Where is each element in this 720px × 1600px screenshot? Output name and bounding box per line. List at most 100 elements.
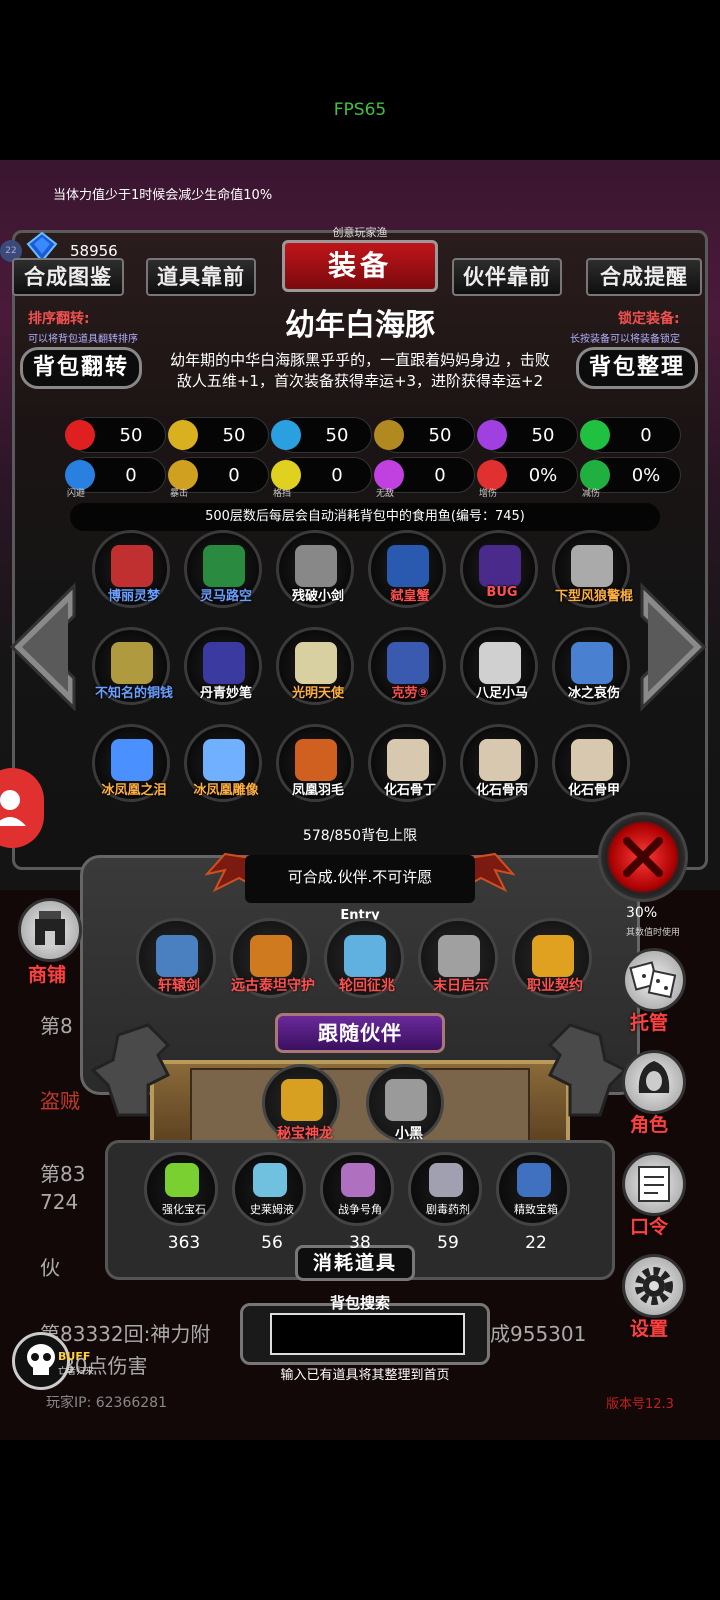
stat-value: 50 [222,425,246,446]
sort-flip-label: 排序翻转: [28,311,90,327]
inventory-slot[interactable]: 冰凤凰雕像 [184,724,262,802]
page-title: 装备 [282,240,438,292]
relic-slot[interactable]: 末日启示 [418,918,498,998]
role-button[interactable] [622,1050,686,1114]
flip-bag-button[interactable]: 背包翻转 [20,347,142,389]
inventory-item-label: 冰凤凰雕像 [193,783,259,798]
stat-pill: 50 [271,417,372,453]
command-label: 口令 [630,1216,669,1238]
inventory-item-label: 灵马路空 [199,589,252,604]
partner-slot[interactable]: 秘宝神龙 [262,1064,340,1142]
clover-icon [580,420,610,450]
relic-slot[interactable]: 远古泰坦守护 [230,918,315,998]
inventory-item-label: 丹青妙笔 [199,686,252,701]
relic-label: 职业契约 [527,978,583,994]
stat-value: 0% [631,465,661,486]
consumable-slot[interactable]: 史莱姆液 56 [232,1152,306,1253]
consumable-slot[interactable]: 战争号角 38 [320,1152,394,1253]
relic-slot[interactable]: 轮回征兆 [324,918,404,998]
partner-art-icon [281,1079,323,1121]
boot-icon [271,420,301,450]
inventory-slot[interactable]: 不知名的铜钱 [92,627,173,705]
prev-page-arrow-icon[interactable] [8,582,78,712]
inventory-item-label: 冰之哀伤 [567,686,620,701]
relic-slot[interactable]: 职业契约 [512,918,592,998]
item-art-icon [387,642,429,684]
stat-value: 50 [325,425,349,446]
inventory-item-label: 凤凰羽毛 [291,783,344,798]
consumable-count: 22 [525,1233,547,1253]
close-button[interactable] [598,812,688,902]
inventory-slot[interactable]: 凤凰羽毛 [276,724,354,802]
relic-art-icon [156,935,198,977]
consumable-label: 史莱姆液 [250,1203,294,1216]
consumable-slot[interactable]: 强化宝石 363 [144,1152,218,1253]
player-name: 创意玩家渔 [332,226,388,239]
log-line: 第83 [40,1162,86,1186]
stat-label: 闪避 [67,489,86,499]
inventory-slot[interactable]: 克劳⑨ [368,627,446,705]
inventory-slot[interactable]: 光明天使 [276,627,354,705]
partner-slot[interactable]: 小黑 [366,1064,444,1142]
stat-label: 暴击 [170,489,189,499]
item-art-icon [203,642,245,684]
stat-pill: 50 [477,417,578,453]
tab-items-first[interactable]: 道具靠前 [146,258,256,296]
bag-search-input[interactable] [270,1313,465,1355]
inventory-slot[interactable]: 化石骨甲 [552,724,630,802]
next-page-arrow-icon[interactable] [638,582,708,712]
stat-pill: 50 [374,417,475,453]
stat-value: 0% [528,465,558,486]
consumable-label: 精致宝箱 [514,1203,558,1216]
consumable-art-icon [341,1163,375,1197]
inventory-slot[interactable]: 化石骨丙 [460,724,538,802]
heart-icon [65,420,95,450]
inventory-slot[interactable]: 冰之哀伤 [552,627,630,705]
inventory-item-label: 弑皇蟹 [390,589,430,604]
inventory-slot[interactable]: 冰凤凰之泪 [92,724,170,802]
tab-partners-first[interactable]: 伙伴靠前 [452,258,562,296]
lock-equip-hint: 长按装备可以将装备锁定 [570,334,680,345]
inventory-slot[interactable]: 丹青妙笔 [184,627,262,705]
item-art-icon [571,545,613,587]
inventory-slot[interactable]: 灵马路空 [184,530,262,608]
notice-text: 当体力值少于1时候会减少生命值10% [53,188,273,203]
relic-art-icon [250,935,292,977]
relic-slot[interactable]: 轩辕剑 [136,918,216,998]
relic-label: 末日启示 [433,978,489,994]
stat-value: 0 [228,465,240,486]
sort-bag-button[interactable]: 背包整理 [576,347,698,389]
game-screen: FPS65 第8 盗贼 第83 724 伙 第83332回:神力附 成95530… [0,0,720,1600]
item-art-icon [571,642,613,684]
consumable-slot[interactable]: 剧毒药剂 59 [408,1152,482,1253]
tab-synthesis-reminder[interactable]: 合成提醒 [586,258,702,296]
avatar-tab[interactable] [0,768,44,848]
stat-pill: 0 格挡 [271,457,372,499]
inventory-slot[interactable]: 弑皇蟹 [368,530,446,608]
partner-art-icon [385,1079,427,1121]
log-line: 第8 [40,1014,73,1038]
scroll-icon [638,1166,670,1202]
item-art-icon [479,642,521,684]
shop-label: 商铺 [28,964,67,986]
inventory-slot[interactable]: 八足小马 [460,627,538,705]
inventory-slot[interactable]: BUG [460,530,538,608]
relic-label: 远古泰坦守护 [231,978,315,994]
auto-manage-button[interactable] [622,948,686,1012]
buff-label: BUFF [58,1350,91,1363]
consumable-label: 剧毒药剂 [426,1203,470,1216]
stat-pill: 0 [580,417,681,453]
consumable-slot[interactable]: 精致宝箱 22 [496,1152,570,1253]
inventory-slot[interactable]: 化石骨丁 [368,724,446,802]
inventory-slot[interactable]: 下型风狼警棍 [552,530,633,608]
inventory-item-label: 化石骨丁 [383,783,436,798]
inventory-item-label: 博丽灵梦 [107,589,160,604]
tab-synthesis-guide[interactable]: 合成图鉴 [12,258,124,296]
settings-button[interactable] [622,1254,686,1318]
inventory-item-label: 八足小马 [475,686,528,701]
shop-button[interactable] [18,898,82,962]
left-dragon-statue-icon [90,1023,171,1117]
inventory-slot[interactable]: 博丽灵梦 [92,530,170,608]
command-button[interactable] [622,1152,686,1216]
inventory-slot[interactable]: 残破小剑 [276,530,354,608]
